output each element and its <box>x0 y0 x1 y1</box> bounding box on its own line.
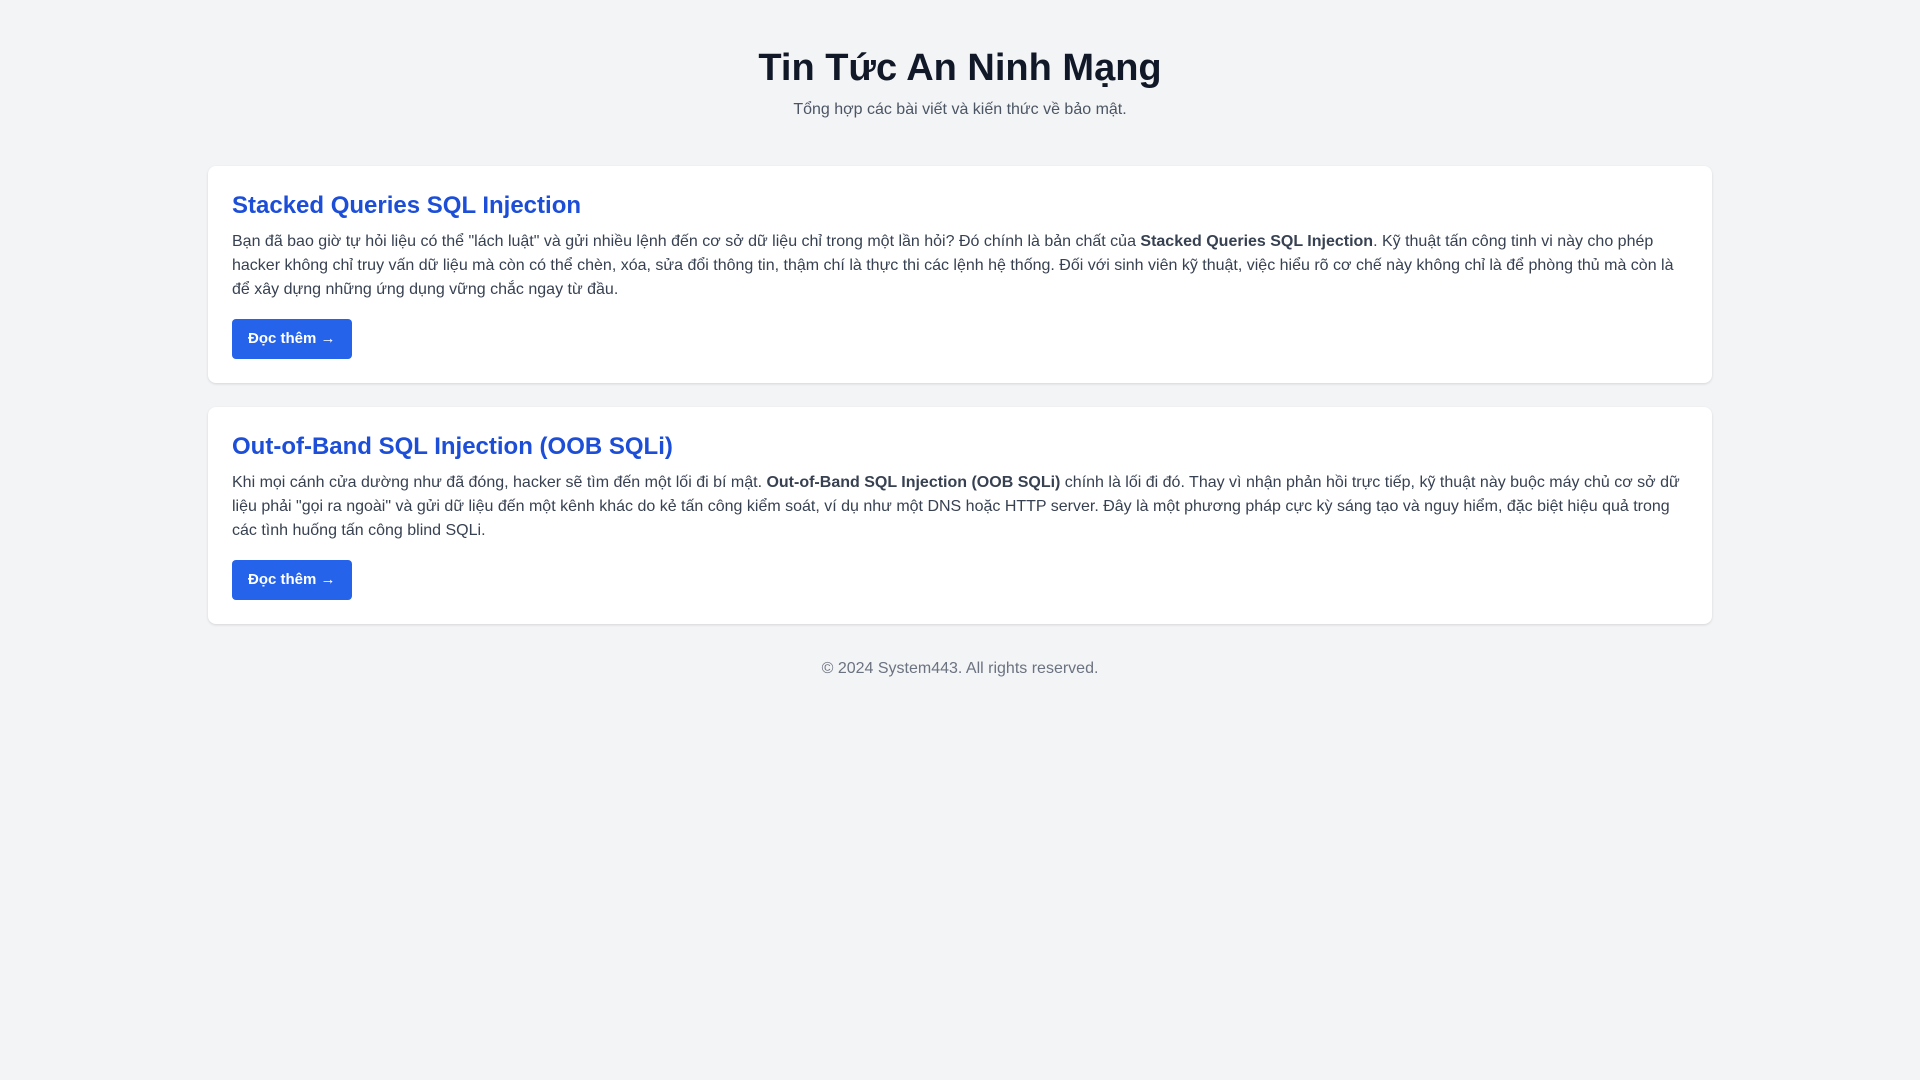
page-subtitle: Tổng hợp các bài viết và kiến thức về bả… <box>793 101 1127 118</box>
read-more-button[interactable]: Đọc thêm → <box>232 319 352 359</box>
site-header: Tin Tức An Ninh Mạng Tổng hợp các bài vi… <box>0 0 1920 121</box>
article-summary-highlight: Out-of-Band SQL Injection (OOB SQLi) <box>766 474 1061 491</box>
copyright-text: © 2024 System443. All rights reserved. <box>821 660 1099 677</box>
article-summary-text: Bạn đã bao giờ tự hỏi liệu có thể "lách … <box>232 233 1141 250</box>
page: Tin Tức An Ninh Mạng Tổng hợp các bài vi… <box>0 0 1920 1080</box>
site-footer: © 2024 System443. All rights reserved. <box>0 658 1920 680</box>
article-card-stacked-queries: Stacked Queries SQL Injection Bạn đã bao… <box>208 166 1712 383</box>
article-summary-text: Khi mọi cánh cửa dường như đã đóng, hack… <box>232 474 767 491</box>
article-title[interactable]: Out-of-Band SQL Injection (OOB SQLi) <box>232 431 1688 463</box>
article-summary: Bạn đã bao giờ tự hỏi liệu có thể "lách … <box>232 230 1688 302</box>
article-list: Stacked Queries SQL Injection Bạn đã bao… <box>208 166 1712 624</box>
article-summary-highlight: Stacked Queries SQL Injection <box>1140 233 1374 250</box>
article-title[interactable]: Stacked Queries SQL Injection <box>232 190 1688 222</box>
article-card-oob-sqli: Out-of-Band SQL Injection (OOB SQLi) Khi… <box>208 407 1712 624</box>
page-title: Tin Tức An Ninh Mạng <box>758 47 1162 89</box>
article-summary: Khi mọi cánh cửa dường như đã đóng, hack… <box>232 471 1688 543</box>
read-more-button[interactable]: Đọc thêm → <box>232 560 352 600</box>
